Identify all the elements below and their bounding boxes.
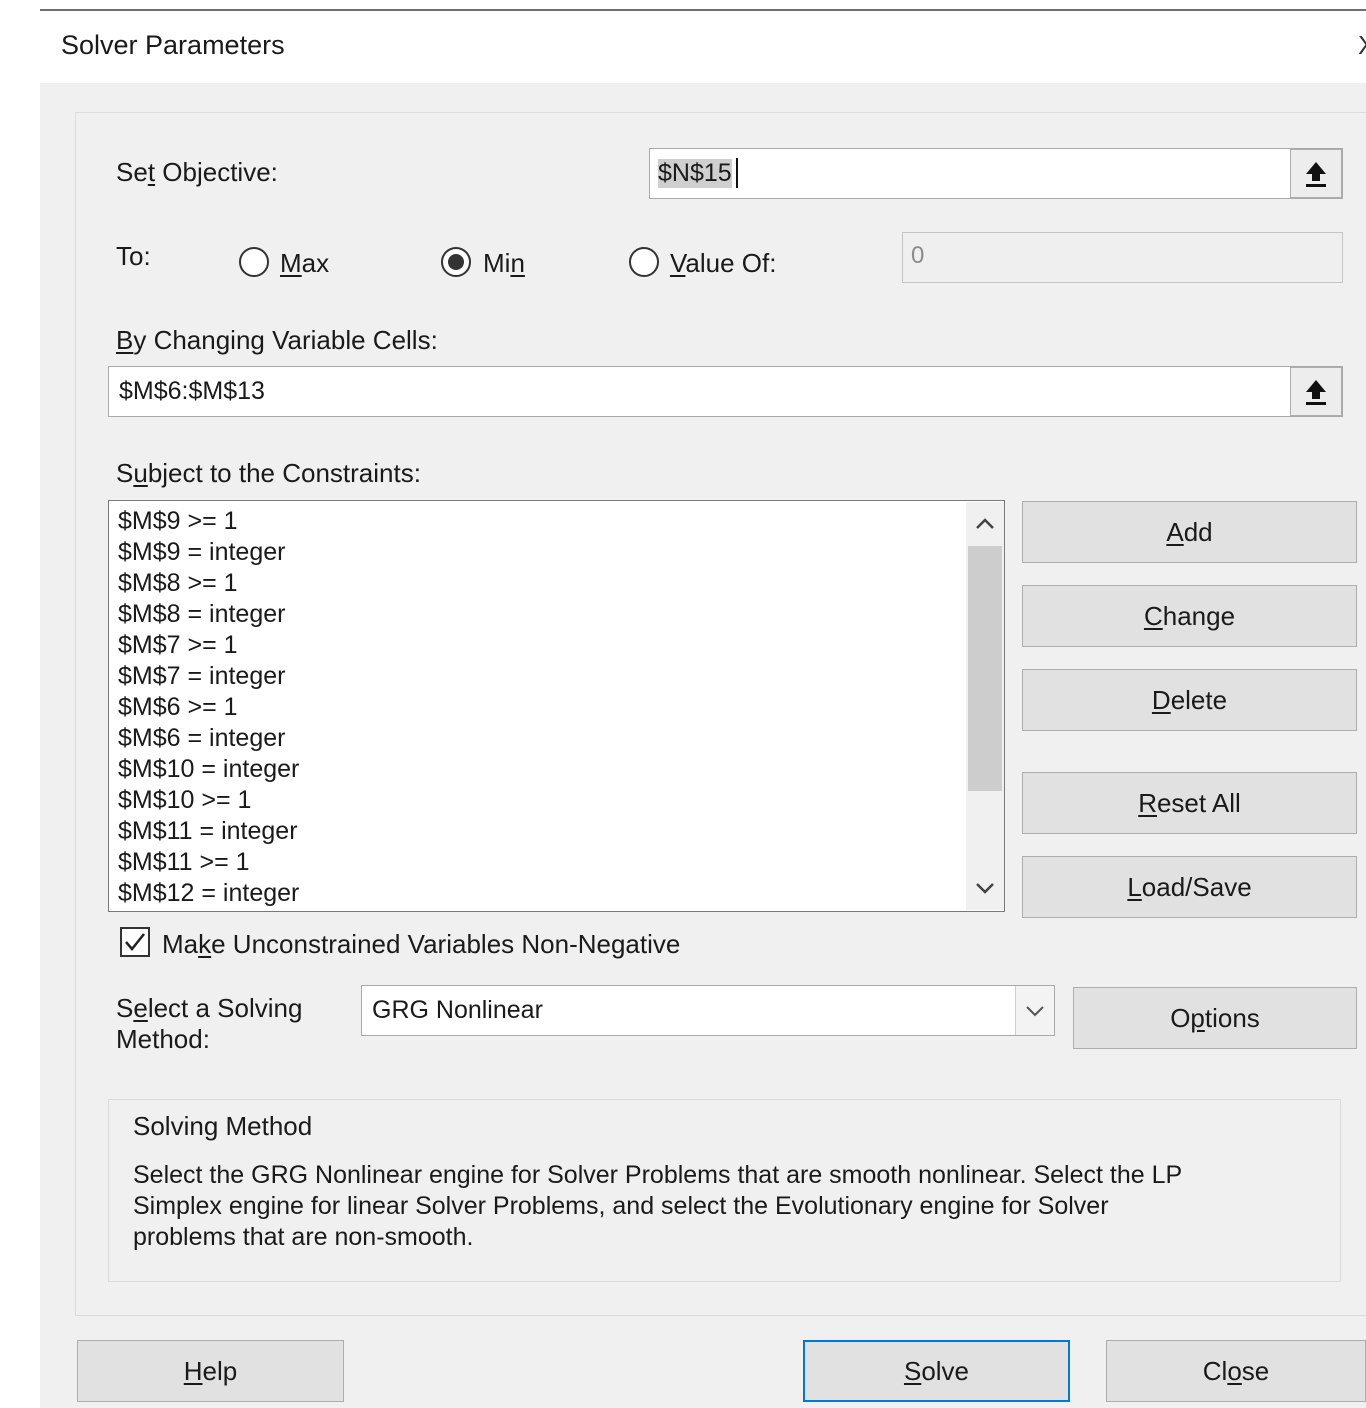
solving-method-select[interactable]: GRG Nonlinear [361, 985, 1055, 1036]
variable-cells-input[interactable]: $M$6:$M$13 [108, 366, 1343, 417]
objective-collapse-button[interactable] [1290, 149, 1342, 198]
list-item[interactable]: $M$11 = integer [118, 816, 298, 847]
solving-method-heading: Solving Method [133, 1111, 313, 1141]
close-button[interactable]: Cl o se [1106, 1340, 1366, 1402]
radio-min[interactable] [441, 247, 471, 277]
variable-cells-value: $M$6:$M$13 [119, 377, 265, 405]
constraints-scrollbar[interactable] [966, 502, 1004, 910]
list-item[interactable]: $M$6 = integer [118, 723, 285, 754]
delete-button[interactable]: Delete [1022, 669, 1357, 731]
constraints-label: Subject to the Constraints: [116, 458, 421, 488]
radio-value-of-label[interactable]: Value Of: [670, 248, 776, 279]
list-item[interactable]: $M$8 >= 1 [118, 568, 238, 599]
nonnegative-label[interactable]: Make Unconstrained Variables Non-Negativ… [162, 929, 680, 960]
dialog-title: Solver Parameters [61, 30, 285, 60]
radio-value-of[interactable] [629, 247, 659, 277]
objective-value: $N$15 [658, 159, 732, 188]
radio-min-label[interactable]: Min [483, 248, 525, 279]
help-button[interactable]: Help [77, 1340, 344, 1402]
change-button[interactable]: Change [1022, 585, 1357, 647]
solving-method-label: Select a Solving Method: [116, 993, 303, 1054]
radio-max[interactable] [239, 247, 269, 277]
chevron-down-icon [1026, 1005, 1044, 1016]
list-item[interactable]: $M$11 >= 1 [118, 847, 250, 878]
arrow-up-icon [1306, 379, 1326, 405]
objective-input[interactable]: $N$15 [649, 148, 1343, 199]
list-item[interactable]: $M$6 >= 1 [118, 692, 238, 723]
to-label: To: [116, 241, 151, 271]
constraints-list[interactable]: $M$9 >= 1 $M$9 = integer $M$8 >= 1 $M$8 … [108, 500, 1005, 912]
text-cursor [736, 158, 738, 188]
list-item[interactable]: $M$10 >= 1 [118, 785, 251, 816]
list-item[interactable]: $M$7 = integer [118, 661, 285, 692]
arrow-up-icon [1306, 161, 1326, 187]
dropdown-button[interactable] [1015, 986, 1054, 1035]
radio-selected-dot [448, 254, 464, 270]
solving-method-value: GRG Nonlinear [372, 996, 543, 1024]
list-item[interactable]: $M$8 = integer [118, 599, 285, 630]
load-save-button[interactable]: Load/Save [1022, 856, 1357, 918]
close-icon[interactable]: X [1358, 30, 1366, 61]
value-of-input[interactable]: 0 [902, 232, 1343, 283]
set-objective-label: Set Objective: [116, 157, 278, 187]
list-item[interactable]: $M$9 >= 1 [118, 506, 238, 537]
scroll-down-icon[interactable] [975, 882, 995, 896]
solving-method-description: Select the GRG Nonlinear engine for Solv… [133, 1161, 1183, 1251]
list-item[interactable]: $M$10 = integer [118, 754, 299, 785]
checkmark-icon [125, 933, 145, 951]
value-of-value: 0 [911, 242, 925, 269]
variable-cells-label: By Changing Variable Cells: [116, 325, 438, 355]
add-button[interactable]: Add [1022, 501, 1357, 563]
scroll-up-icon[interactable] [975, 516, 995, 530]
solve-button[interactable]: Solve [803, 1340, 1070, 1402]
nonnegative-checkbox[interactable] [120, 927, 150, 957]
options-button[interactable]: Op tions [1073, 987, 1357, 1049]
radio-max-label[interactable]: Max [280, 248, 329, 279]
variable-cells-collapse-button[interactable] [1290, 367, 1342, 416]
list-item[interactable]: $M$12 = integer [118, 878, 299, 909]
list-item[interactable]: $M$9 = integer [118, 537, 285, 568]
scrollbar-thumb[interactable] [968, 546, 1002, 791]
list-item[interactable]: $M$7 >= 1 [118, 630, 238, 661]
reset-all-button[interactable]: Reset All [1022, 772, 1357, 834]
